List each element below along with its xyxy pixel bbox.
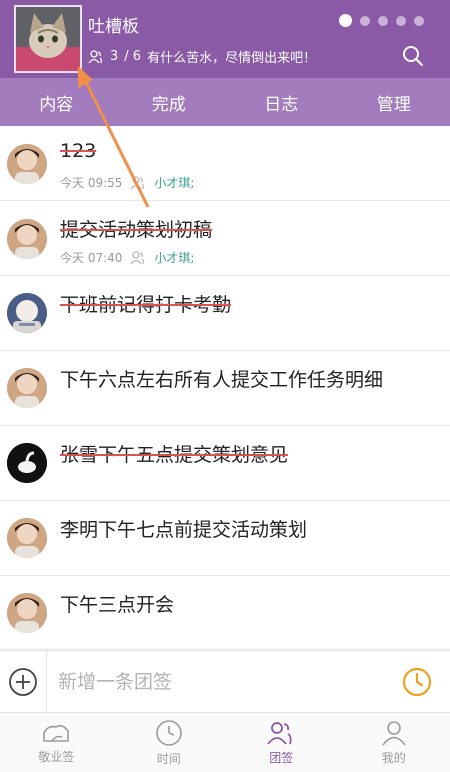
new-note-input[interactable]: [58, 665, 378, 699]
avatar: [7, 443, 47, 483]
avatar: [7, 293, 47, 333]
group-avatar[interactable]: [14, 5, 82, 73]
page-dot[interactable]: [360, 15, 370, 26]
avatar: [7, 368, 47, 408]
user-avatar-icon: [7, 219, 47, 259]
group-description: 有什么苦水，尽情倒出来吧！: [147, 51, 317, 66]
item-assignee: 小才琪;: [154, 176, 195, 190]
user-avatar-icon: [7, 293, 47, 333]
nav-label: 时间: [156, 751, 181, 766]
tab-bar: 内容 完成 日志 管理: [0, 78, 450, 126]
page-dot[interactable]: [339, 14, 352, 27]
user-avatar-icon: [7, 593, 47, 633]
user-icon: [382, 720, 406, 745]
tab-log[interactable]: 日志: [225, 78, 338, 126]
nav-label: 团签: [269, 750, 294, 765]
user-avatar-icon: [7, 443, 47, 483]
page-dot[interactable]: [414, 15, 424, 26]
divider: [46, 651, 47, 713]
reminder-button[interactable]: [402, 667, 432, 697]
clock-icon: [155, 719, 182, 746]
group-header: 吐槽板 3 / 6 有什么苦水，尽情倒出来吧！: [0, 0, 450, 78]
item-text: 李明下午七点前提交活动策划: [60, 519, 308, 541]
clock-icon: [402, 667, 432, 697]
members-icon: [130, 250, 145, 264]
page-dot[interactable]: [378, 15, 388, 26]
page-indicator: [339, 14, 424, 27]
avatar: [7, 144, 47, 184]
list-item[interactable]: 李明下午七点前提交活动策划: [0, 501, 450, 576]
list-item[interactable]: 下午六点左右所有人提交工作任务明细: [0, 351, 450, 426]
avatar: [7, 219, 47, 259]
nav-jingyeqian[interactable]: 敬业签: [0, 713, 113, 772]
group-subtitle: 3 / 6 有什么苦水，尽情倒出来吧！: [88, 47, 316, 66]
item-meta: 今天 09:55 小才琪;: [60, 174, 194, 191]
user-avatar-icon: [7, 518, 47, 558]
item-text: 123: [60, 140, 97, 162]
item-text: 提交活动策划初稿: [60, 219, 213, 241]
tab-content[interactable]: 内容: [0, 78, 113, 126]
cloud-icon: [43, 724, 70, 742]
item-meta: 今天 07:40 小才琪;: [60, 249, 194, 266]
page-dot[interactable]: [396, 15, 406, 26]
search-button[interactable]: [402, 45, 424, 67]
tab-completed[interactable]: 完成: [113, 78, 226, 126]
item-text: 张雪下午五点提交策划意见: [60, 444, 289, 466]
add-button[interactable]: [8, 667, 38, 697]
members-icon: [88, 49, 102, 63]
nav-label: 我的: [381, 750, 406, 765]
avatar: [7, 518, 47, 558]
group-title: 吐槽板: [88, 17, 139, 37]
tab-manage[interactable]: 管理: [338, 78, 450, 126]
member-count: 3: [110, 49, 119, 64]
cat-avatar-icon: [16, 7, 80, 71]
list-item[interactable]: 下班前记得打卡考勤: [0, 276, 450, 351]
item-time: 今天 07:40: [60, 251, 123, 265]
member-total: / 6: [124, 49, 142, 64]
item-time: 今天 09:55: [60, 176, 123, 190]
list-item[interactable]: 123 今天 09:55 小才琪;: [0, 126, 450, 201]
list-item[interactable]: 提交活动策划初稿 今天 07:40 小才琪;: [0, 201, 450, 276]
list-item[interactable]: 张雪下午五点提交策划意见: [0, 426, 450, 501]
note-list: 123 今天 09:55 小才琪; 提交活动策划初稿 今天 07:40 小才琪;…: [0, 126, 450, 648]
user-avatar-icon: [7, 144, 47, 184]
item-text: 下班前记得打卡考勤: [60, 294, 232, 316]
nav-me[interactable]: 我的: [338, 713, 450, 772]
nav-label: 敬业签: [38, 749, 75, 764]
members-icon: [130, 175, 145, 189]
avatar: [7, 593, 47, 633]
nav-time[interactable]: 时间: [113, 713, 226, 772]
item-text: 下午三点开会: [60, 594, 175, 616]
plus-circle-icon: [9, 668, 37, 696]
nav-group-notes[interactable]: 团签: [225, 713, 338, 772]
group-icon: [267, 721, 292, 745]
new-note-bar: [0, 650, 450, 713]
search-icon: [403, 46, 423, 66]
bottom-nav: 敬业签 时间 团签 我的: [0, 712, 450, 772]
item-assignee: 小才琪;: [154, 251, 195, 265]
user-avatar-icon: [7, 368, 47, 408]
item-text: 下午六点左右所有人提交工作任务明细: [60, 369, 384, 391]
list-item[interactable]: 下午三点开会: [0, 576, 450, 648]
